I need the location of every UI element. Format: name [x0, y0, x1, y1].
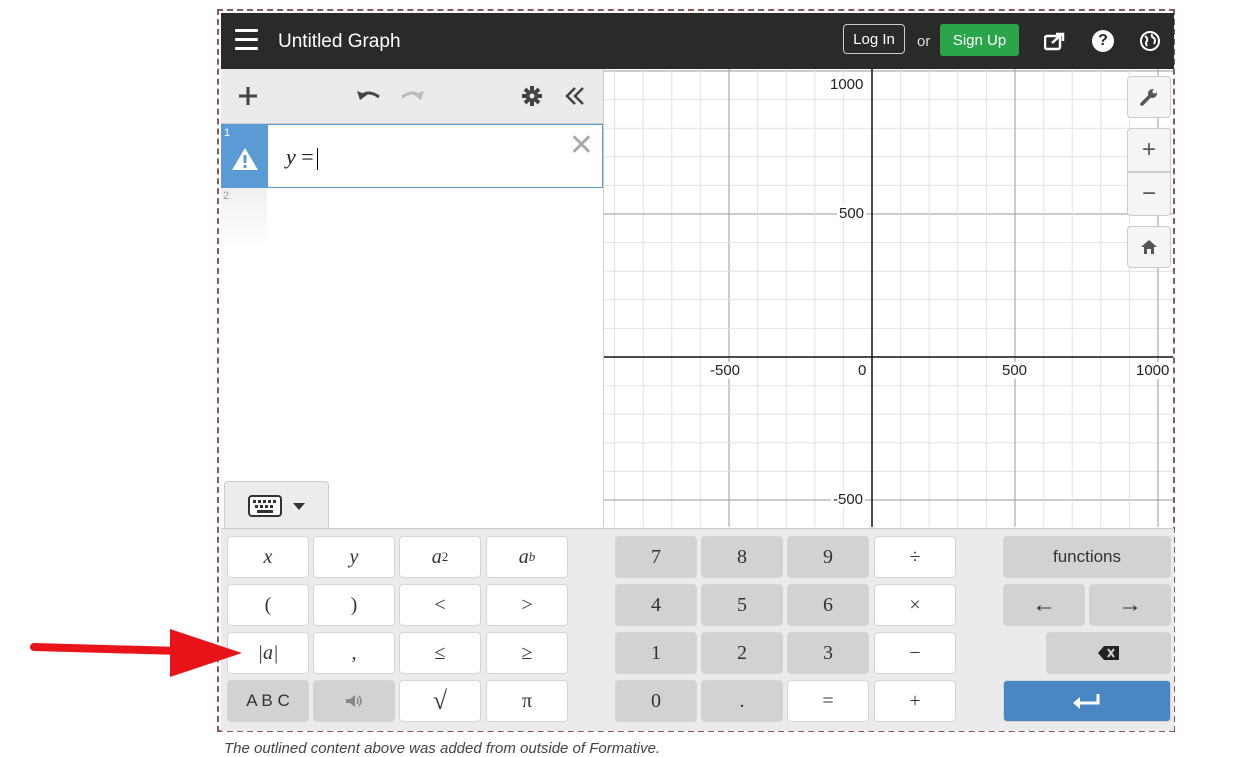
key-2[interactable]: 2 [701, 632, 783, 674]
graph-settings-wrench-icon[interactable] [1127, 76, 1171, 118]
variable-y: y [286, 144, 296, 169]
expression-number: 1 [224, 127, 231, 139]
key-4[interactable]: 4 [615, 584, 697, 626]
top-bar: Untitled Graph Log In or Sign Up ? [221, 13, 1174, 69]
enter-key[interactable] [1003, 680, 1171, 722]
graph-canvas[interactable]: 1000 500 -500 -500 0 500 1000 [604, 69, 1173, 527]
share-icon[interactable] [1042, 28, 1068, 54]
help-icon[interactable]: ? [1090, 28, 1116, 54]
keyboard-icon [247, 494, 282, 517]
key-3[interactable]: 3 [787, 632, 869, 674]
expression-tab[interactable]: 1 [222, 125, 268, 187]
grid [604, 69, 1173, 527]
key-multiply[interactable]: × [874, 584, 956, 626]
math-input[interactable]: y = [286, 144, 318, 170]
collapse-panel-icon[interactable] [561, 81, 589, 111]
key-left-paren[interactable]: ( [227, 584, 309, 626]
key-7[interactable]: 7 [615, 536, 697, 578]
key-plus[interactable]: + [874, 680, 956, 722]
key-right-paren[interactable]: ) [313, 584, 395, 626]
key-greater-than[interactable]: > [486, 584, 568, 626]
x-tick-0: 0 [856, 362, 869, 379]
x-tick-500: 500 [1000, 362, 1030, 379]
right-arrow-key[interactable]: → [1089, 584, 1171, 626]
text-cursor [316, 147, 318, 170]
undo-icon[interactable] [354, 81, 384, 111]
key-divide[interactable]: ÷ [874, 536, 956, 578]
warning-icon[interactable] [231, 147, 259, 171]
expression-number: 2 [223, 190, 230, 202]
expression-row-1[interactable]: 1 y = ✕ [221, 124, 603, 188]
add-expression-icon[interactable] [235, 81, 261, 111]
keyboard-toggle[interactable] [224, 481, 329, 529]
signup-button[interactable]: Sign Up [940, 24, 1019, 56]
or-label: or [917, 33, 931, 50]
enter-icon [1073, 694, 1100, 709]
key-5[interactable]: 5 [701, 584, 783, 626]
y-tick-500: 500 [837, 205, 867, 222]
key-less-than[interactable]: < [399, 584, 481, 626]
expression-panel: 1 y = ✕ 2 [221, 69, 604, 527]
red-arrow-annotation [30, 629, 242, 677]
functions-button[interactable]: functions [1003, 536, 1171, 578]
x-tick-neg500: -500 [708, 362, 743, 379]
delete-expression-icon[interactable]: ✕ [569, 131, 594, 161]
key-0[interactable]: 0 [615, 680, 697, 722]
default-view-home-icon[interactable] [1127, 226, 1171, 268]
y-tick-1000: 1000 [828, 76, 866, 93]
globe-icon[interactable] [1137, 28, 1163, 54]
key-less-equal[interactable]: ≤ [399, 632, 481, 674]
zoom-out-icon[interactable]: − [1127, 172, 1171, 216]
zoom-in-icon[interactable]: + [1127, 128, 1171, 172]
key-8[interactable]: 8 [701, 536, 783, 578]
key-x[interactable]: x [227, 536, 309, 578]
redo-icon[interactable] [397, 81, 427, 111]
graph-title[interactable]: Untitled Graph [278, 31, 401, 53]
hamburger-menu-icon[interactable] [235, 29, 258, 51]
speaker-icon[interactable] [313, 680, 395, 722]
key-a-power-b[interactable]: ab [486, 536, 568, 578]
expression-toolbar [221, 69, 603, 124]
backspace-icon[interactable] [1046, 632, 1171, 674]
settings-gear-icon[interactable] [519, 81, 545, 111]
x-tick-1000: 1000 [1134, 362, 1172, 379]
caption: The outlined content above was added fro… [224, 740, 661, 757]
math-keypad: x y a2 ab ( ) < > |a| , ≤ ≥ A B C √ π 7 … [221, 528, 1174, 731]
key-a-squared[interactable]: a2 [399, 536, 481, 578]
key-6[interactable]: 6 [787, 584, 869, 626]
key-abc[interactable]: A B C [227, 680, 309, 722]
left-arrow-key[interactable]: ← [1003, 584, 1085, 626]
chevron-down-icon [292, 502, 305, 510]
key-1[interactable]: 1 [615, 632, 697, 674]
key-comma[interactable]: , [313, 632, 395, 674]
key-pi[interactable]: π [486, 680, 568, 722]
key-square-root[interactable]: √ [399, 680, 481, 722]
key-decimal[interactable]: . [701, 680, 783, 722]
expression-row-2[interactable]: 2 [221, 188, 267, 248]
key-y[interactable]: y [313, 536, 395, 578]
login-button[interactable]: Log In [843, 24, 905, 54]
key-equals[interactable]: = [787, 680, 869, 722]
y-tick-neg500: -500 [831, 491, 866, 508]
key-9[interactable]: 9 [787, 536, 869, 578]
key-greater-equal[interactable]: ≥ [486, 632, 568, 674]
equals-sign: = [301, 144, 314, 169]
key-minus[interactable]: − [874, 632, 956, 674]
